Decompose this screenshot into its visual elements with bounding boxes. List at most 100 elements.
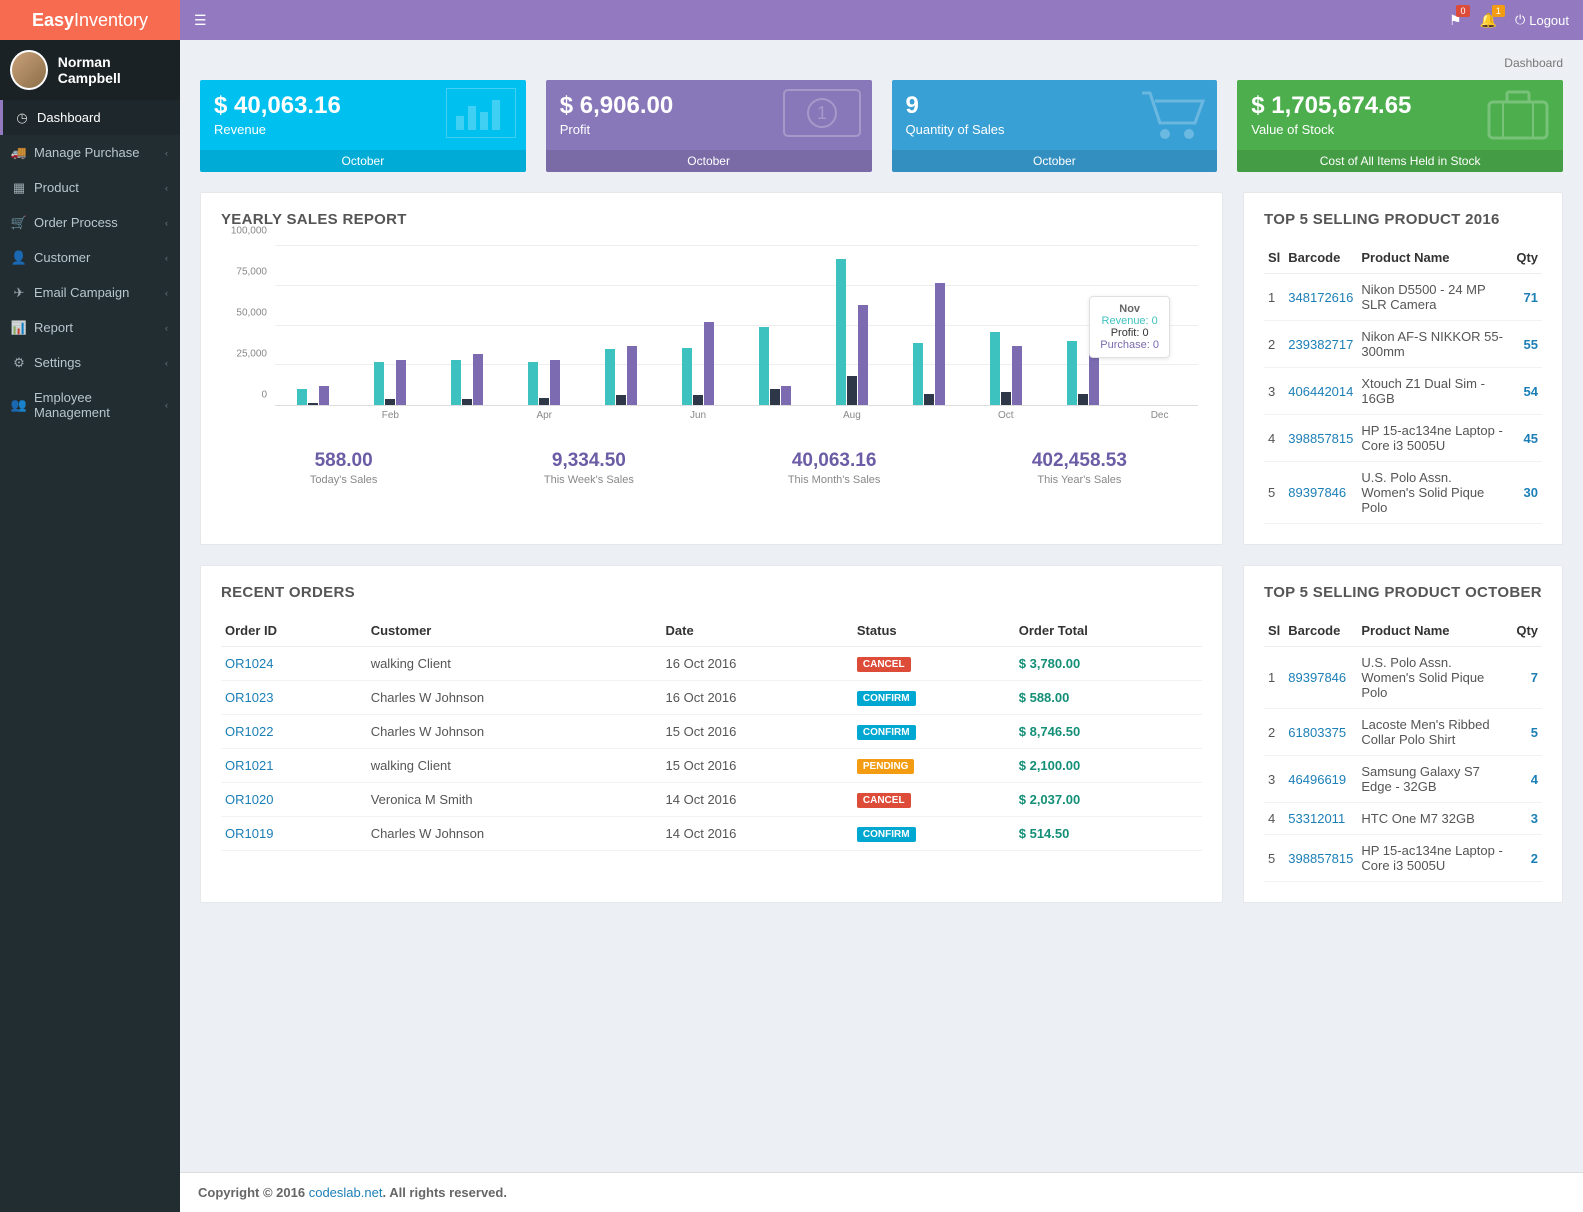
summary-label: This Month's Sales [712, 474, 957, 486]
cell-barcode[interactable]: 46496619 [1284, 756, 1357, 803]
cell-status: PENDING [853, 749, 1015, 783]
col-sl: Sl [1264, 615, 1284, 647]
brand-bold: Easy [32, 10, 74, 30]
table-row: 589397846U.S. Polo Assn. Women's Solid P… [1264, 462, 1542, 524]
cell-name: U.S. Polo Assn. Women's Solid Pique Polo [1357, 462, 1512, 524]
bar-revenue [374, 362, 384, 405]
sidebar-item-label: Employee Management [34, 390, 165, 420]
cell-total: $ 2,037.00 [1015, 783, 1202, 817]
sidebar-item-label: Order Process [34, 215, 118, 230]
notifications-bell-button[interactable]: 🔔 1 [1480, 12, 1497, 29]
notifications-flag-button[interactable]: ⚑ 0 [1449, 12, 1462, 29]
topbar: ☰ ⚑ 0 🔔 1 ⏻ Logout [180, 0, 1583, 40]
recent-orders-title: RECENT ORDERS [221, 584, 1202, 601]
kpi-footer: October [200, 150, 526, 172]
bar-purchase [627, 346, 637, 405]
user-panel: Norman Campbell [0, 40, 180, 100]
status-badge: CONFIRM [857, 691, 916, 706]
bar-profit [1001, 392, 1011, 405]
bar-group [890, 246, 967, 405]
cell-name: Nikon D5500 - 24 MP SLR Camera [1357, 274, 1512, 321]
case-icon [1483, 88, 1553, 146]
cell-barcode[interactable]: 89397846 [1284, 647, 1357, 709]
menu-toggle-icon[interactable]: ☰ [194, 12, 207, 29]
bar-profit [462, 399, 472, 405]
bar-revenue [528, 362, 538, 405]
kpi-card-profit[interactable]: $ 6,906.00Profit1October [546, 80, 872, 172]
x-tick: Dec [1121, 410, 1198, 432]
bar-group [583, 246, 660, 405]
bell-badge: 1 [1492, 5, 1505, 17]
sidebar-item-order-process[interactable]: 🛒Order Process‹ [0, 205, 180, 240]
cell-order-id[interactable]: OR1021 [221, 749, 367, 783]
grid-icon: ▦ [12, 181, 26, 195]
kpi-footer: October [892, 150, 1218, 172]
bar-profit [1078, 394, 1088, 405]
avatar[interactable] [10, 50, 48, 90]
bar-group [506, 246, 583, 405]
bar-profit [924, 394, 934, 405]
cell-barcode[interactable]: 89397846 [1284, 462, 1357, 524]
cell-barcode[interactable]: 53312011 [1284, 803, 1357, 835]
bar-profit [308, 403, 318, 405]
cell-customer: walking Client [367, 647, 662, 681]
cell-barcode[interactable]: 398857815 [1284, 835, 1357, 882]
user-icon: 👤 [12, 251, 26, 265]
sidebar-item-label: Report [34, 320, 73, 335]
truck-icon: 🚚 [12, 146, 26, 160]
table-row: 1348172616Nikon D5500 - 24 MP SLR Camera… [1264, 274, 1542, 321]
cell-name: HTC One M7 32GB [1357, 803, 1512, 835]
footer-post: . All rights reserved. [382, 1185, 507, 1200]
table-row: OR1021walking Client15 Oct 2016PENDING$ … [221, 749, 1202, 783]
yearly-sales-box: YEARLY SALES REPORT 025,00050,00075,0001… [200, 192, 1223, 545]
chevron-left-icon: ‹ [165, 288, 168, 298]
sidebar-item-customer[interactable]: 👤Customer‹ [0, 240, 180, 275]
sidebar-item-manage-purchase[interactable]: 🚚Manage Purchase‹ [0, 135, 180, 170]
sidebar-item-label: Product [34, 180, 79, 195]
x-tick: Jun [660, 410, 737, 432]
top5-2016-title: TOP 5 SELLING PRODUCT 2016 [1264, 211, 1542, 228]
cell-barcode[interactable]: 61803375 [1284, 709, 1357, 756]
cell-order-id[interactable]: OR1023 [221, 681, 367, 715]
cell-barcode[interactable]: 406442014 [1284, 368, 1357, 415]
bar-profit [847, 376, 857, 405]
kpi-card-value-of-stock[interactable]: $ 1,705,674.65Value of StockCost of All … [1237, 80, 1563, 172]
summary-label: Today's Sales [221, 474, 466, 486]
bar-purchase [473, 354, 483, 405]
footer-link[interactable]: codeslab.net [309, 1185, 383, 1200]
cell-barcode[interactable]: 239382717 [1284, 321, 1357, 368]
status-badge: PENDING [857, 759, 915, 774]
sidebar-item-label: Customer [34, 250, 90, 265]
cell-sl: 1 [1264, 647, 1284, 709]
sidebar-item-email-campaign[interactable]: ✈Email Campaign‹ [0, 275, 180, 310]
sidebar-item-employee-management[interactable]: 👥Employee Management‹ [0, 380, 180, 430]
cell-total: $ 8,746.50 [1015, 715, 1202, 749]
cell-barcode[interactable]: 398857815 [1284, 415, 1357, 462]
sidebar: EasyInventory Norman Campbell ◷Dashboard… [0, 0, 180, 1212]
logout-button[interactable]: ⏻ Logout [1515, 12, 1569, 28]
x-tick [583, 410, 660, 432]
cell-order-id[interactable]: OR1024 [221, 647, 367, 681]
kpi-card-revenue[interactable]: $ 40,063.16RevenueOctober [200, 80, 526, 172]
cell-status: CANCEL [853, 647, 1015, 681]
sidebar-item-dashboard[interactable]: ◷Dashboard [0, 100, 180, 135]
cell-barcode[interactable]: 348172616 [1284, 274, 1357, 321]
kpi-cards: $ 40,063.16RevenueOctober$ 6,906.00Profi… [200, 80, 1563, 172]
sidebar-item-report[interactable]: 📊Report‹ [0, 310, 180, 345]
sidebar-item-settings[interactable]: ⚙Settings‹ [0, 345, 180, 380]
kpi-card-quantity-of-sales[interactable]: 9Quantity of SalesOctober [892, 80, 1218, 172]
kpi-footer: October [546, 150, 872, 172]
cell-order-id[interactable]: OR1020 [221, 783, 367, 817]
table-row: 453312011HTC One M7 32GB3 [1264, 803, 1542, 835]
cell-order-id[interactable]: OR1019 [221, 817, 367, 851]
cell-order-id[interactable]: OR1022 [221, 715, 367, 749]
gauge-icon: ◷ [15, 111, 29, 125]
recent-orders-box: RECENT ORDERS Order ID Customer Date Sta… [200, 565, 1223, 903]
sidebar-item-product[interactable]: ▦Product‹ [0, 170, 180, 205]
summary-value: 40,063.16 [712, 450, 957, 472]
brand-logo[interactable]: EasyInventory [0, 0, 180, 40]
cell-sl: 4 [1264, 803, 1284, 835]
bar-group [660, 246, 737, 405]
bar-profit [693, 395, 703, 405]
cell-date: 15 Oct 2016 [662, 749, 853, 783]
